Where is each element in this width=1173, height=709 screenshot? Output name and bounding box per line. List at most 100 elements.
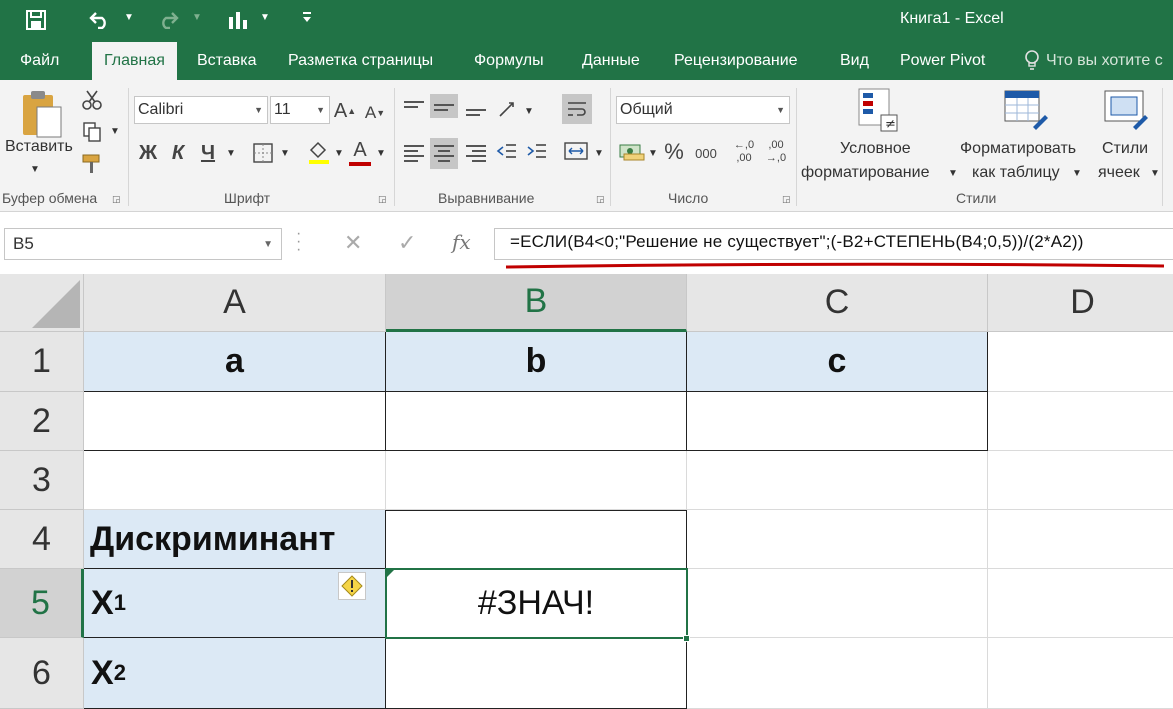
tab-view[interactable]: Вид bbox=[830, 42, 879, 80]
conditional-formatting-dropdown-icon[interactable]: ▼ bbox=[948, 168, 958, 179]
format-as-table-icon[interactable] bbox=[1002, 86, 1050, 134]
italic-button[interactable]: К bbox=[166, 140, 190, 166]
tab-home[interactable]: Главная bbox=[92, 42, 177, 80]
tab-formulas[interactable]: Формулы bbox=[464, 42, 554, 80]
increase-decimal-button[interactable]: ←,0 ,00 bbox=[730, 136, 758, 168]
conditional-formatting-line2[interactable]: форматирование bbox=[801, 164, 929, 182]
orientation-icon[interactable] bbox=[496, 98, 520, 122]
worksheet-grid[interactable]: A B C D 1 2 3 4 5 6 a b c Дискриминант X… bbox=[0, 274, 1173, 709]
percent-button[interactable]: % bbox=[662, 138, 686, 166]
cell-b6[interactable] bbox=[386, 638, 687, 709]
align-top-icon[interactable] bbox=[404, 98, 424, 111]
cell-c6[interactable] bbox=[687, 638, 988, 709]
cell-a6[interactable]: X2 bbox=[84, 638, 386, 709]
cell-styles-line2[interactable]: ячеек bbox=[1098, 164, 1140, 182]
font-name-combo[interactable]: Calibri ▼ bbox=[134, 96, 268, 124]
align-center-icon[interactable] bbox=[430, 138, 458, 169]
merge-center-icon[interactable] bbox=[562, 138, 590, 164]
grow-font-button[interactable]: A ▲ bbox=[334, 98, 356, 124]
tab-file[interactable]: Файл bbox=[10, 42, 69, 80]
error-warning-icon[interactable] bbox=[338, 572, 366, 600]
alignment-launcher-icon[interactable]: ◲ bbox=[596, 194, 605, 205]
fill-color-icon[interactable] bbox=[306, 138, 332, 166]
number-launcher-icon[interactable]: ◲ bbox=[782, 194, 791, 205]
cell-a4[interactable]: Дискриминант bbox=[84, 510, 386, 569]
bold-button[interactable]: Ж bbox=[136, 140, 160, 166]
currency-icon[interactable] bbox=[618, 140, 646, 164]
format-as-table-line1[interactable]: Форматировать bbox=[960, 140, 1076, 158]
cell-c4[interactable] bbox=[687, 510, 988, 569]
underline-button[interactable]: Ч bbox=[196, 140, 220, 166]
borders-dropdown-icon[interactable]: ▼ bbox=[280, 148, 290, 159]
tab-insert[interactable]: Вставка bbox=[187, 42, 266, 80]
formula-bar-grip-icon[interactable]: · · · bbox=[296, 226, 301, 258]
align-middle-icon[interactable] bbox=[430, 94, 458, 118]
merge-dropdown-icon[interactable]: ▼ bbox=[594, 148, 604, 159]
paste-icon[interactable] bbox=[18, 86, 64, 140]
decrease-decimal-button[interactable]: ,00 →,0 bbox=[762, 136, 790, 168]
row-header-5[interactable]: 5 bbox=[0, 569, 84, 638]
orientation-dropdown-icon[interactable]: ▼ bbox=[524, 106, 534, 117]
underline-dropdown-icon[interactable]: ▼ bbox=[226, 148, 236, 159]
wrap-text-icon[interactable] bbox=[562, 94, 592, 124]
format-as-table-line2[interactable]: как таблицу bbox=[972, 164, 1060, 182]
column-header-d[interactable]: D bbox=[988, 274, 1173, 332]
undo-dropdown-icon[interactable]: ▼ bbox=[124, 12, 134, 23]
format-painter-icon[interactable] bbox=[80, 152, 106, 176]
cell-d5[interactable] bbox=[988, 569, 1173, 638]
paste-label[interactable]: Вставить bbox=[5, 138, 73, 156]
increase-indent-icon[interactable] bbox=[524, 138, 550, 164]
fill-handle[interactable] bbox=[683, 635, 690, 642]
tell-me-input[interactable]: Что вы хотите с bbox=[1036, 42, 1173, 80]
tab-page-layout[interactable]: Разметка страницы bbox=[278, 42, 443, 80]
cell-b4[interactable] bbox=[386, 510, 687, 569]
column-header-c[interactable]: C bbox=[687, 274, 988, 332]
save-icon[interactable] bbox=[22, 6, 50, 34]
cell-b3[interactable] bbox=[386, 451, 687, 510]
column-header-a[interactable]: A bbox=[84, 274, 386, 332]
row-header-1[interactable]: 1 bbox=[0, 332, 84, 392]
row-header-6[interactable]: 6 bbox=[0, 638, 84, 709]
format-as-table-dropdown-icon[interactable]: ▼ bbox=[1072, 168, 1082, 179]
cell-c3[interactable] bbox=[687, 451, 988, 510]
cell-a2[interactable] bbox=[84, 392, 386, 451]
shrink-font-button[interactable]: A ▼ bbox=[364, 100, 386, 126]
formula-text[interactable]: =ЕСЛИ(B4<0;"Решение не существует";(-B2+… bbox=[510, 232, 1084, 252]
thousands-button[interactable]: 000 bbox=[692, 142, 720, 164]
font-color-dropdown-icon[interactable]: ▼ bbox=[376, 148, 386, 159]
decrease-indent-icon[interactable] bbox=[494, 138, 520, 164]
cell-d1[interactable] bbox=[988, 332, 1173, 392]
cell-d3[interactable] bbox=[988, 451, 1173, 510]
cut-icon[interactable] bbox=[80, 88, 104, 112]
align-right-icon[interactable] bbox=[466, 142, 486, 165]
font-launcher-icon[interactable]: ◲ bbox=[378, 194, 387, 205]
cell-c5[interactable] bbox=[687, 569, 988, 638]
select-all-corner[interactable] bbox=[0, 274, 84, 332]
tab-power-pivot[interactable]: Power Pivot bbox=[890, 42, 995, 80]
redo-icon[interactable] bbox=[154, 6, 182, 34]
cell-c1[interactable]: c bbox=[687, 332, 988, 392]
name-box[interactable]: B5 ▼ bbox=[4, 228, 282, 260]
cell-d4[interactable] bbox=[988, 510, 1173, 569]
chart-icon[interactable] bbox=[224, 6, 252, 34]
tab-review[interactable]: Рецензирование bbox=[664, 42, 808, 80]
number-format-combo[interactable]: Общий ▼ bbox=[616, 96, 790, 124]
cell-d2[interactable] bbox=[988, 392, 1173, 451]
align-bottom-icon[interactable] bbox=[466, 106, 486, 119]
font-color-button[interactable]: A bbox=[348, 138, 372, 166]
cancel-icon[interactable]: ✕ bbox=[344, 230, 362, 256]
insert-function-icon[interactable]: fx bbox=[452, 230, 471, 254]
tab-data[interactable]: Данные bbox=[572, 42, 650, 80]
cell-a3[interactable] bbox=[84, 451, 386, 510]
conditional-formatting-line1[interactable]: Условное bbox=[840, 140, 911, 158]
cell-styles-icon[interactable] bbox=[1102, 86, 1150, 134]
fill-color-dropdown-icon[interactable]: ▼ bbox=[334, 148, 344, 159]
row-header-3[interactable]: 3 bbox=[0, 451, 84, 510]
cell-a1[interactable]: a bbox=[84, 332, 386, 392]
copy-icon[interactable] bbox=[80, 120, 104, 144]
column-header-b[interactable]: B bbox=[386, 274, 687, 332]
font-size-combo[interactable]: 11 ▼ bbox=[270, 96, 330, 124]
copy-dropdown-icon[interactable]: ▼ bbox=[110, 126, 120, 137]
cell-b1[interactable]: b bbox=[386, 332, 687, 392]
row-header-4[interactable]: 4 bbox=[0, 510, 84, 569]
